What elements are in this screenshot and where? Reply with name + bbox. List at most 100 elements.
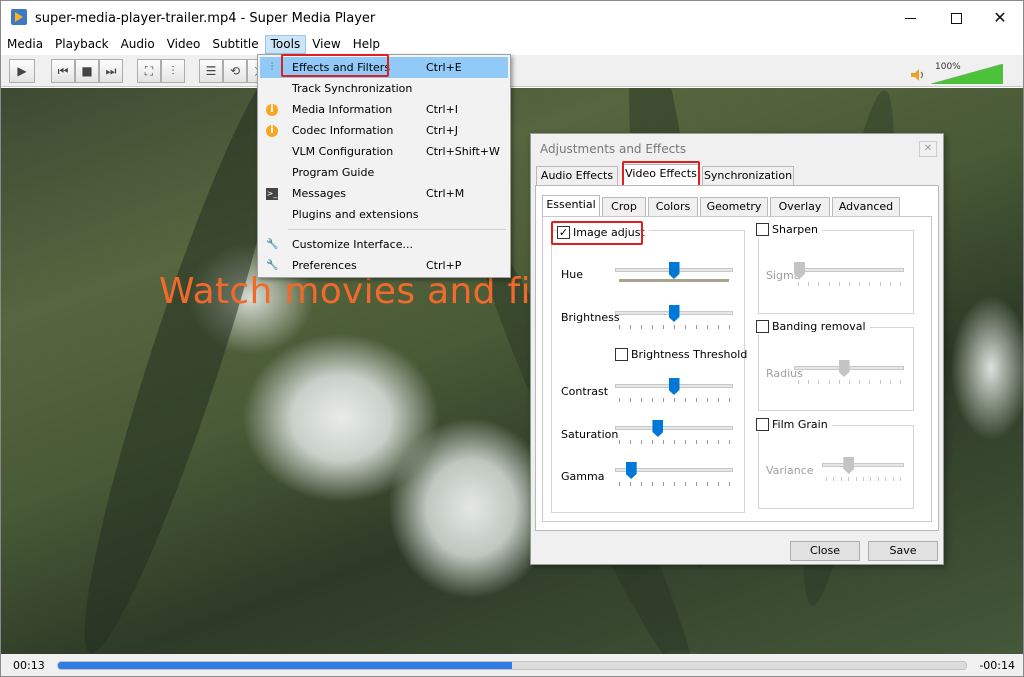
hue-label: Hue [561,268,584,281]
menu-item-media-information[interactable]: i Media Information Ctrl+I [260,99,508,120]
saturation-ticks [619,440,730,444]
wrench-icon: 🔧 [266,239,279,250]
info-icon: i [266,125,278,137]
stop-icon: ■ [81,64,93,78]
saturation-label: Saturation [561,428,619,441]
menu-item-track-synchronization[interactable]: Track Synchronization [260,78,508,99]
menu-playback[interactable]: Playback [49,35,115,54]
minimize-icon [904,17,916,19]
gamma-ticks [619,482,730,486]
play-button[interactable]: ▶ [9,59,35,83]
wrench-icon: 🔧 [266,260,279,271]
equalizer-icon: ⫶ [171,64,175,78]
play-icon: ▶ [17,64,27,78]
playlist-button[interactable]: ☰ [199,59,223,83]
menu-separator [288,229,506,230]
equalizer-icon: ⫶ [270,62,274,73]
radius-ticks [798,380,901,384]
stop-button[interactable]: ■ [75,59,99,83]
subtab-geometry[interactable]: Geometry [700,197,768,217]
menu-view[interactable]: View [306,35,346,54]
menu-item-customize-interface[interactable]: 🔧 Customize Interface... [260,234,508,255]
sigma-slider-track [794,268,904,272]
menu-bar: Media Playback Audio Video Subtitle Tool… [1,35,1023,55]
title-bar: super-media-player-trailer.mp4 - Super M… [1,1,1023,35]
menu-item-preferences[interactable]: 🔧 Preferences Ctrl+P [260,255,508,276]
maximize-button[interactable] [933,7,979,31]
brightness-threshold-checkbox[interactable]: Brightness Threshold [615,348,747,362]
essential-page: ✓ Image adjust Hue Brightness Brightness… [542,216,932,522]
minimize-button[interactable] [887,7,933,31]
close-icon: ✕ [923,143,933,154]
maximize-icon [950,12,962,24]
fullscreen-icon: ⛶ [144,64,154,78]
saturation-slider-track [615,426,733,430]
close-icon: ✕ [993,8,1007,27]
next-icon: ⏭ [105,64,117,78]
playlist-icon: ☰ [205,64,217,78]
subtab-overlay[interactable]: Overlay [770,197,830,217]
sigma-ticks [798,282,901,286]
previous-icon: ⏮ [57,64,69,78]
dialog-title: Adjustments and Effects [540,142,687,156]
contrast-label: Contrast [561,385,609,398]
gamma-label: Gamma [561,470,605,483]
volume-slider[interactable] [931,64,1003,84]
tools-menu-dropdown: ⫶ Effects and Filters Ctrl+E Track Synch… [257,54,511,278]
status-bar: 00:13 -00:14 [1,654,1023,676]
loop-button[interactable]: ⟲ [223,59,247,83]
subtab-essential[interactable]: Essential [542,195,600,217]
brightness-label: Brightness [561,311,620,324]
speaker-icon[interactable] [911,69,925,81]
loop-icon: ⟲ [229,64,241,78]
menu-audio[interactable]: Audio [115,35,161,54]
menu-item-messages[interactable]: >_ Messages Ctrl+M [260,183,508,204]
info-icon: i [266,104,278,116]
menu-item-codec-information[interactable]: i Codec Information Ctrl+J [260,120,508,141]
menu-tools[interactable]: Tools [264,35,307,54]
window-title: super-media-player-trailer.mp4 - Super M… [35,11,376,26]
menu-video[interactable]: Video [161,35,207,54]
extended-settings-button[interactable]: ⫶ [161,59,185,83]
variance-ticks [826,477,901,481]
brightness-ticks [619,325,730,329]
tab-synchronization[interactable]: Synchronization [702,166,794,186]
adjustments-dialog: Adjustments and Effects ✕ Audio Effects … [530,133,944,565]
checkbox-unchecked-icon [756,320,769,333]
hue-spectrum-bar [619,279,729,282]
remaining-time: -00:14 [979,659,1015,672]
subtab-crop[interactable]: Crop [602,197,646,217]
highlight-effects-and-filters [281,54,389,77]
banding-removal-checkbox[interactable]: Banding removal [756,320,870,334]
menu-subtitle[interactable]: Subtitle [206,35,264,54]
seek-bar[interactable] [57,661,967,670]
elapsed-time: 00:13 [13,659,45,672]
variance-slider-track [822,463,904,467]
film-grain-checkbox[interactable]: Film Grain [756,418,832,432]
menu-item-vlm-configuration[interactable]: VLM Configuration Ctrl+Shift+W [260,141,508,162]
contrast-ticks [619,398,730,402]
fullscreen-button[interactable]: ⛶ [137,59,161,83]
next-button[interactable]: ⏭ [99,59,123,83]
sharpen-checkbox[interactable]: Sharpen [756,223,822,237]
menu-item-program-guide[interactable]: Program Guide [260,162,508,183]
menu-help[interactable]: Help [347,35,386,54]
menu-item-plugins-and-extensions[interactable]: Plugins and extensions [260,204,508,225]
seek-bar-progress [58,662,512,669]
close-window-button[interactable]: ✕ [977,7,1023,31]
previous-button[interactable]: ⏮ [51,59,75,83]
close-button[interactable]: Close [790,541,860,561]
checkbox-unchecked-icon [756,418,769,431]
menu-media[interactable]: Media [1,35,49,54]
highlight-video-effects-tab [622,161,700,187]
subtab-advanced[interactable]: Advanced [832,197,900,217]
tab-audio-effects[interactable]: Audio Effects [536,166,618,186]
app-logo-icon [11,9,27,25]
save-button[interactable]: Save [868,541,938,561]
highlight-image-adjust [551,221,643,245]
media-player-window: super-media-player-trailer.mp4 - Super M… [0,0,1024,677]
checkbox-unchecked-icon [756,223,769,236]
dialog-close-button[interactable]: ✕ [919,141,937,157]
subtab-colors[interactable]: Colors [648,197,698,217]
variance-label: Variance [766,464,814,477]
